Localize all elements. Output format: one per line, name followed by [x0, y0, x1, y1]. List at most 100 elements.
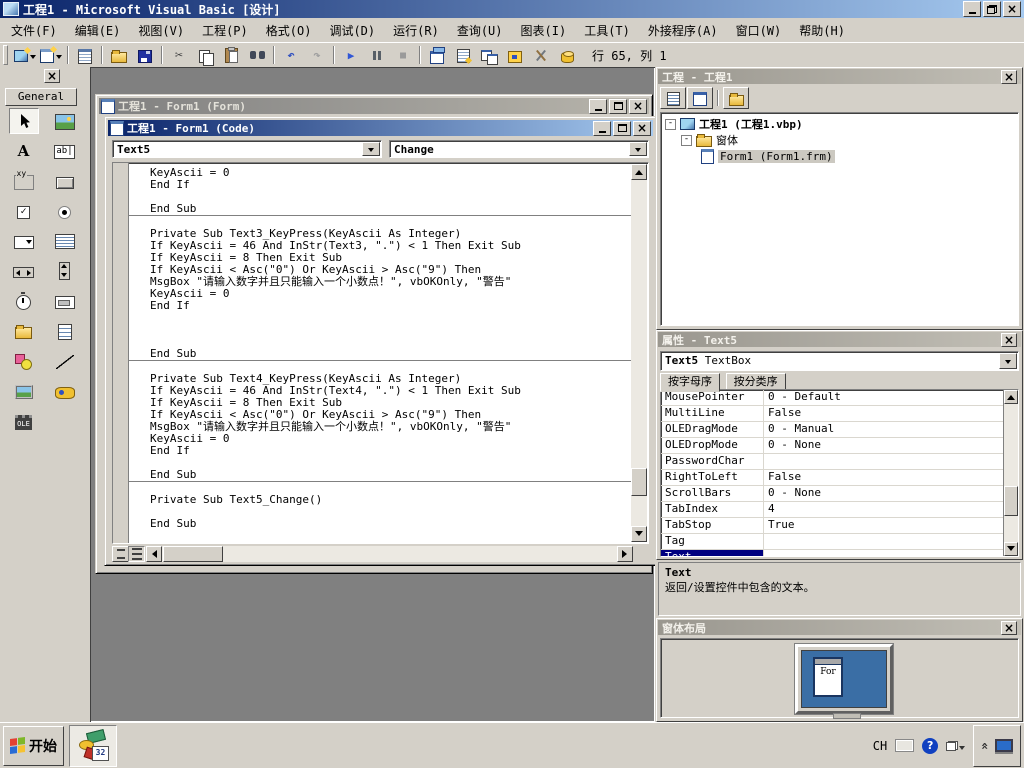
- menu-editor-button[interactable]: [72, 44, 98, 66]
- property-row-passwordchar[interactable]: PasswordChar: [661, 454, 1004, 470]
- property-row-oledragmode[interactable]: OLEDragMode0 - Manual: [661, 422, 1004, 438]
- scroll-right-button[interactable]: [617, 546, 633, 562]
- tree-item-forms-folder[interactable]: - 窗体: [661, 132, 1018, 148]
- tool-ole[interactable]: OLE: [9, 408, 39, 434]
- form-layout-close-button[interactable]: ×: [1001, 621, 1017, 635]
- toolbox-button[interactable]: [528, 44, 554, 66]
- property-row-righttoleft[interactable]: RightToLeftFalse: [661, 470, 1004, 486]
- tool-checkbox[interactable]: ✓: [9, 198, 39, 224]
- property-value[interactable]: 0 - Manual: [764, 422, 1004, 437]
- start-button[interactable]: 开始: [3, 726, 64, 766]
- tool-commandbutton[interactable]: [50, 168, 80, 194]
- toolbox-tab-general[interactable]: General: [5, 88, 77, 106]
- property-row-tag[interactable]: Tag: [661, 534, 1004, 550]
- close-button[interactable]: ×: [633, 121, 651, 136]
- menu-item-2[interactable]: 视图(V): [129, 18, 193, 43]
- add-form-button[interactable]: [38, 44, 64, 66]
- object-dropdown[interactable]: Text5: [112, 140, 382, 158]
- dropdown-button[interactable]: [999, 353, 1017, 369]
- end-button[interactable]: ■: [390, 44, 416, 66]
- property-row-mousepointer[interactable]: MousePointer0 - Default: [661, 390, 1004, 406]
- tool-listbox[interactable]: [50, 228, 80, 254]
- property-value[interactable]: [764, 454, 1004, 469]
- start-button[interactable]: ▶: [338, 44, 364, 66]
- menu-item-1[interactable]: 编辑(E): [66, 18, 130, 43]
- chevron-up-icon[interactable]: «: [978, 742, 992, 750]
- view-object-button[interactable]: [687, 87, 713, 109]
- procedure-view-button[interactable]: [112, 546, 129, 562]
- tool-data[interactable]: [50, 378, 80, 404]
- property-value[interactable]: 0 - None: [764, 438, 1004, 453]
- property-row-text[interactable]: Text: [661, 550, 1004, 557]
- menu-item-7[interactable]: 查询(U): [448, 18, 512, 43]
- find-button[interactable]: [244, 44, 270, 66]
- property-value[interactable]: False: [764, 470, 1004, 485]
- tree-item-form1[interactable]: Form1 (Form1.frm): [661, 148, 1018, 164]
- tool-textbox[interactable]: ab|: [50, 138, 80, 164]
- collapse-icon[interactable]: -: [681, 135, 692, 146]
- property-row-tabstop[interactable]: TabStopTrue: [661, 518, 1004, 534]
- copy-button[interactable]: [192, 44, 218, 66]
- restore-button[interactable]: [983, 1, 1001, 17]
- view-code-button[interactable]: [660, 87, 686, 109]
- code-text[interactable]: KeyAscii = 0End If End Sub Private Sub T…: [129, 163, 631, 543]
- property-value[interactable]: 4: [764, 502, 1004, 517]
- tab-alphabetic[interactable]: 按字母序: [660, 373, 720, 392]
- property-value[interactable]: 0 - Default: [764, 390, 1004, 405]
- break-button[interactable]: [364, 44, 390, 66]
- menu-item-6[interactable]: 运行(R): [384, 18, 448, 43]
- property-value[interactable]: True: [764, 518, 1004, 533]
- scroll-left-button[interactable]: [146, 546, 162, 562]
- dropdown-button[interactable]: [362, 142, 380, 156]
- property-row-scrollbars[interactable]: ScrollBars0 - None: [661, 486, 1004, 502]
- tool-hscrollbar[interactable]: [9, 258, 39, 284]
- redo-button[interactable]: ↷: [304, 44, 330, 66]
- code-horizontal-scrollbar[interactable]: [146, 546, 633, 562]
- scroll-down-button[interactable]: [631, 526, 647, 542]
- menu-item-8[interactable]: 图表(I): [512, 18, 576, 43]
- data-view-button[interactable]: [554, 44, 580, 66]
- paste-button[interactable]: [218, 44, 244, 66]
- minimize-button[interactable]: [963, 1, 981, 17]
- monitor-icon[interactable]: [995, 739, 1013, 752]
- menu-item-5[interactable]: 调试(D): [320, 18, 384, 43]
- menu-item-0[interactable]: 文件(F): [2, 18, 66, 43]
- menu-item-9[interactable]: 工具(T): [575, 18, 639, 43]
- property-value[interactable]: [764, 550, 1004, 557]
- property-row-tabindex[interactable]: TabIndex4: [661, 502, 1004, 518]
- toggle-folders-button[interactable]: [723, 87, 749, 109]
- properties-window-button[interactable]: [450, 44, 476, 66]
- close-button[interactable]: ×: [1003, 1, 1021, 17]
- toolbar-grip[interactable]: [3, 45, 8, 65]
- tool-optionbutton[interactable]: [50, 198, 80, 224]
- tool-frame[interactable]: [9, 168, 39, 194]
- language-indicator[interactable]: CH: [873, 739, 887, 753]
- tool-label[interactable]: A: [9, 138, 39, 164]
- maximize-button[interactable]: [613, 121, 631, 136]
- menu-item-12[interactable]: 帮助(H): [790, 18, 854, 43]
- form-layout-button[interactable]: [476, 44, 502, 66]
- scroll-up-button[interactable]: [1004, 390, 1018, 404]
- scroll-up-button[interactable]: [631, 164, 647, 180]
- tree-item-project[interactable]: - 工程1 (工程1.vbp): [661, 116, 1018, 132]
- save-button[interactable]: [132, 44, 158, 66]
- help-icon[interactable]: ?: [922, 738, 938, 754]
- menu-item-10[interactable]: 外接程序(A): [639, 18, 727, 43]
- event-dropdown[interactable]: Change: [389, 140, 649, 158]
- vb-task-button[interactable]: 32: [69, 725, 117, 767]
- property-row-multiline[interactable]: MultiLineFalse: [661, 406, 1004, 422]
- undo-button[interactable]: ↶: [278, 44, 304, 66]
- toolbox-close-button[interactable]: ×: [44, 69, 60, 83]
- object-browser-button[interactable]: [502, 44, 528, 66]
- property-value[interactable]: False: [764, 406, 1004, 421]
- minimize-button[interactable]: [593, 121, 611, 136]
- properties-scrollbar[interactable]: [1003, 390, 1018, 556]
- tool-image[interactable]: [9, 378, 39, 404]
- language-bar-options[interactable]: [946, 738, 965, 753]
- maximize-button[interactable]: [609, 99, 627, 114]
- scrollbar-thumb[interactable]: [163, 546, 223, 562]
- open-button[interactable]: [106, 44, 132, 66]
- object-selector-dropdown[interactable]: Text5 TextBox: [660, 351, 1019, 371]
- keyboard-icon[interactable]: [895, 739, 914, 752]
- tool-line[interactable]: [50, 348, 80, 374]
